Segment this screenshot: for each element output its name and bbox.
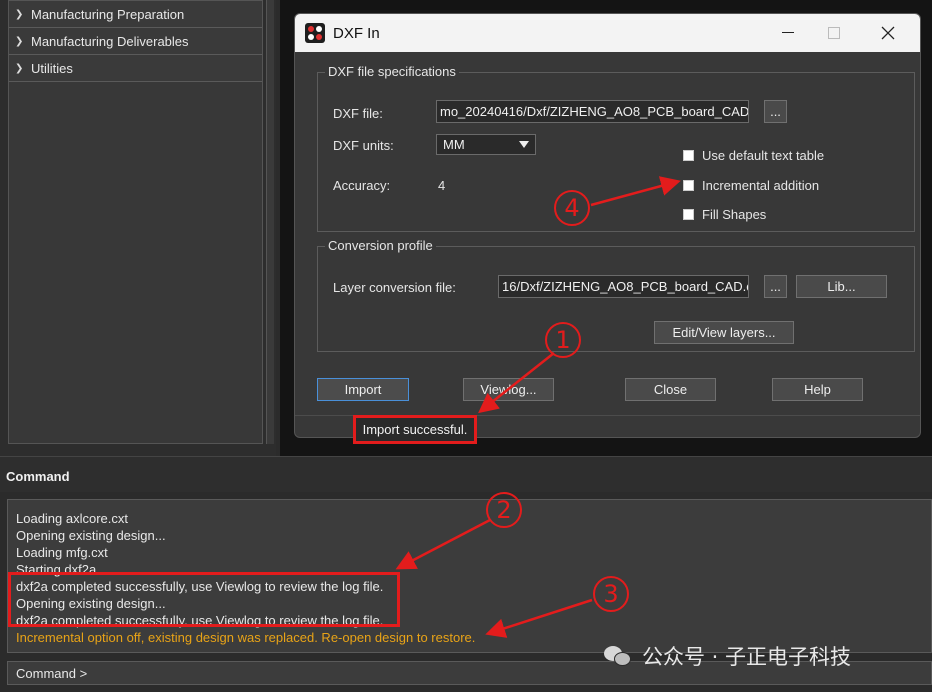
chevron-right-icon: ❯ bbox=[15, 62, 24, 74]
minimize-icon[interactable] bbox=[765, 14, 811, 52]
dxf-file-browse-button[interactable]: ... bbox=[764, 100, 787, 123]
log-line: Opening existing design... bbox=[16, 528, 166, 543]
log-line: Loading axlcore.cxt bbox=[16, 511, 129, 526]
dialog-title: DXF In bbox=[333, 24, 380, 42]
default-text-table-checkbox[interactable]: Use default text table bbox=[683, 148, 824, 163]
dxf-file-label: DXF file: bbox=[333, 106, 383, 121]
layer-file-label: Layer conversion file: bbox=[333, 280, 456, 295]
tree-item-label: Utilities bbox=[31, 60, 73, 76]
checkbox-box[interactable] bbox=[683, 150, 694, 161]
checkbox-label: Use default text table bbox=[702, 148, 825, 163]
tree-item-label: Manufacturing Deliverables bbox=[31, 33, 189, 49]
dxf-file-input[interactable]: mo_20240416/Dxf/ZIZHENG_AO8_PCB_board_CA… bbox=[436, 100, 749, 123]
annotation-marker-4: 4 bbox=[554, 190, 590, 226]
layer-file-input[interactable]: 16/Dxf/ZIZHENG_AO8_PCB_board_CAD.cnv bbox=[498, 275, 749, 298]
import-button[interactable]: Import bbox=[317, 378, 409, 401]
annotation-marker-3: 3 bbox=[593, 576, 629, 612]
left-panel-scrollbar[interactable] bbox=[266, 0, 274, 444]
group-title: DXF file specifications bbox=[325, 64, 459, 79]
fill-shapes-checkbox[interactable]: Fill Shapes bbox=[683, 207, 766, 222]
annotation-box-2 bbox=[8, 572, 400, 627]
dxf-units-label: DXF units: bbox=[333, 138, 394, 153]
tree-item-label: Manufacturing Preparation bbox=[31, 6, 185, 22]
tree-item-utilities[interactable]: ❯ Utilities bbox=[9, 55, 262, 82]
dxf-in-dialog: DXF In DXF file specifications DXF file:… bbox=[294, 13, 921, 438]
maximize-icon[interactable] bbox=[811, 14, 857, 52]
chevron-right-icon: ❯ bbox=[15, 35, 24, 47]
command-panel-header: Command bbox=[0, 456, 932, 492]
left-panel: ❯ Manufacturing Preparation ❯ Manufactur… bbox=[0, 0, 276, 456]
lib-button[interactable]: Lib... bbox=[796, 275, 887, 298]
accuracy-value: 4 bbox=[438, 178, 446, 193]
chevron-down-icon bbox=[519, 141, 529, 148]
watermark: 公众号 · 子正电子科技 bbox=[604, 641, 851, 671]
dxf-units-value: MM bbox=[443, 137, 465, 152]
dialog-titlebar[interactable]: DXF In bbox=[295, 14, 920, 52]
accuracy-label: Accuracy: bbox=[333, 178, 391, 193]
close-icon[interactable] bbox=[865, 14, 911, 52]
annotation-marker-1: 1 bbox=[545, 322, 581, 358]
group-title: Conversion profile bbox=[325, 238, 436, 253]
watermark-text: 公众号 · 子正电子科技 bbox=[642, 645, 852, 669]
edit-view-layers-button[interactable]: Edit/View layers... bbox=[654, 321, 794, 344]
layer-file-browse-button[interactable]: ... bbox=[764, 275, 787, 298]
viewlog-button[interactable]: Viewlog... bbox=[463, 378, 554, 401]
checkbox-box[interactable] bbox=[683, 180, 694, 191]
log-line: Loading mfg.cxt bbox=[16, 545, 108, 560]
workflow-tree: ❯ Manufacturing Preparation ❯ Manufactur… bbox=[8, 0, 263, 444]
chevron-right-icon: ❯ bbox=[15, 8, 24, 20]
incremental-addition-checkbox[interactable]: Incremental addition bbox=[683, 178, 819, 193]
annotation-marker-2: 2 bbox=[486, 492, 522, 528]
checkbox-box[interactable] bbox=[683, 209, 694, 220]
checkbox-label: Incremental addition bbox=[702, 178, 820, 193]
help-button[interactable]: Help bbox=[772, 378, 863, 401]
tree-item-manufacturing-deliverables[interactable]: ❯ Manufacturing Deliverables bbox=[9, 28, 262, 55]
dxf-units-select[interactable]: MM bbox=[436, 134, 536, 155]
tree-item-manufacturing-preparation[interactable]: ❯ Manufacturing Preparation bbox=[9, 1, 262, 28]
import-status-message: Import successful. bbox=[353, 415, 477, 444]
conversion-profile-group: Conversion profile bbox=[317, 238, 915, 352]
checkbox-label: Fill Shapes bbox=[702, 207, 767, 222]
close-button[interactable]: Close bbox=[625, 378, 716, 401]
command-panel-title: Command bbox=[6, 469, 70, 484]
app-icon bbox=[305, 23, 325, 43]
wechat-icon bbox=[604, 644, 632, 668]
dxf-spec-group: DXF file specifications bbox=[317, 64, 915, 232]
